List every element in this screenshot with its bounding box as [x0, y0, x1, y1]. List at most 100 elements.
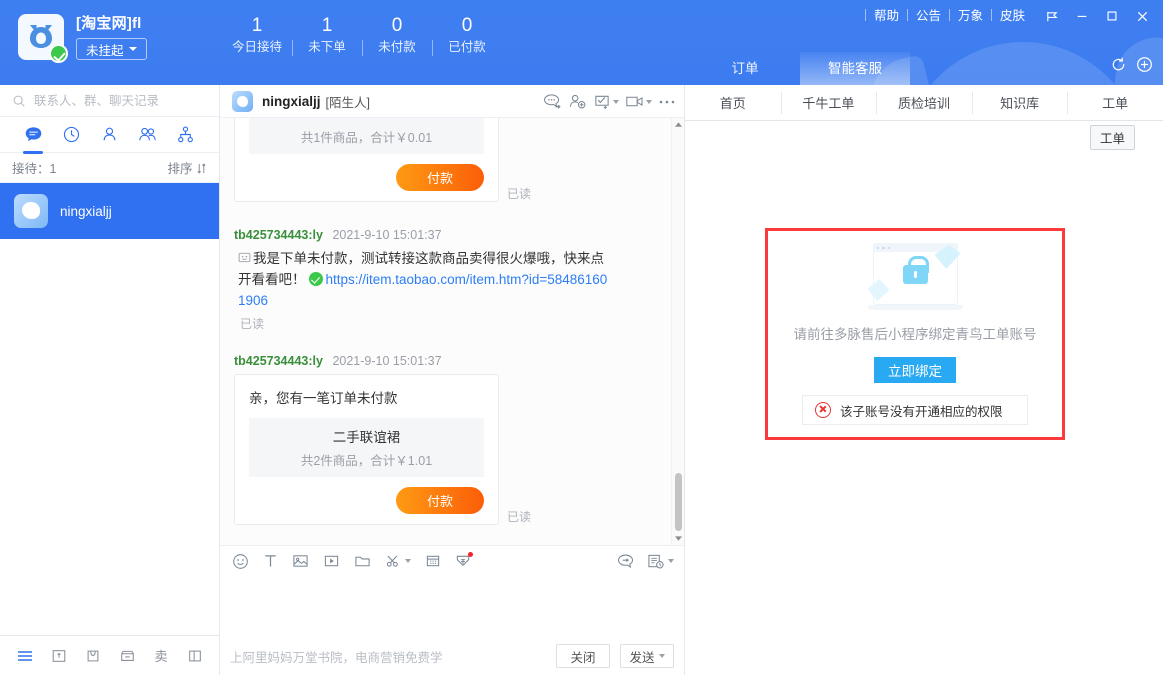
tab-home[interactable]: 首页	[685, 85, 781, 120]
shop-icon[interactable]	[112, 641, 142, 671]
chevron-down-icon	[613, 99, 619, 104]
message-meta: tb425734443:ly 2021-9-10 15:01:37	[234, 228, 670, 242]
quick-phrase-icon[interactable]	[617, 553, 635, 570]
stat-not-ordered[interactable]: 1 未下单	[292, 14, 362, 56]
tab-work-order[interactable]: 工单	[1067, 85, 1163, 120]
text-format-icon[interactable]	[263, 553, 278, 569]
message-item: tb425734443:ly 2021-9-10 15:01:37 亲，您有一笔…	[234, 354, 670, 525]
composer-footer: 上阿里妈妈万堂书院，电商营销免费学 关闭 发送	[220, 638, 684, 674]
coupon-icon[interactable]	[455, 551, 473, 570]
scroll-up-icon[interactable]	[672, 118, 685, 131]
folder-icon[interactable]	[354, 553, 371, 569]
pay-button[interactable]: 付款	[396, 487, 484, 514]
emoji-icon[interactable]	[232, 553, 249, 570]
bind-message: 请前往多脉售后小程序绑定青鸟工单账号	[793, 327, 1037, 342]
add-icon[interactable]	[1136, 56, 1153, 78]
bag-icon[interactable]	[78, 641, 108, 671]
composer-toolbar	[220, 546, 684, 576]
message-time: 2021-9-10 15:01:37	[332, 228, 442, 242]
chevron-down-icon	[128, 47, 137, 51]
tab-qianniu-ticket[interactable]: 千牛工单	[780, 85, 877, 120]
read-status: 已读	[240, 317, 265, 331]
group-icon[interactable]	[135, 122, 161, 148]
reception-count: 接待：1	[12, 162, 57, 176]
verified-link-icon	[308, 272, 323, 286]
chevron-down-icon	[668, 559, 674, 563]
permission-error: 该子账号没有开通相应的权限	[802, 395, 1028, 425]
scroll-down-icon[interactable]	[672, 532, 685, 545]
close-button[interactable]: 关闭	[556, 644, 610, 668]
message-scrollbar[interactable]	[671, 118, 684, 545]
todo-icon[interactable]	[593, 93, 619, 110]
search-bar[interactable]	[0, 85, 219, 117]
pin-icon[interactable]	[1037, 4, 1067, 28]
recent-icon[interactable]	[58, 122, 84, 148]
minimize-icon[interactable]	[1067, 4, 1097, 28]
more-icon[interactable]	[658, 98, 676, 106]
scissors-icon[interactable]	[385, 553, 411, 569]
message-item: tb425734443:ly 2021-9-10 15:01:37 我是下单未付…	[234, 228, 670, 332]
wanxiang-link[interactable]: 万象	[950, 5, 991, 24]
list-item[interactable]: ningxialjj	[0, 183, 219, 239]
chat-contact-name: ningxialjj	[262, 93, 321, 109]
stat-today-reception[interactable]: 1 今日接待	[222, 14, 292, 56]
goods-name: 二手联谊裙	[332, 430, 401, 445]
layout-icon[interactable]	[180, 641, 210, 671]
add-friend-icon[interactable]	[568, 93, 587, 110]
sort-button[interactable]: 排序	[168, 158, 208, 177]
order-card: 亲，您有一笔订单未付款 二手联谊裙 共2件商品，合计￥1.01 付款	[234, 374, 499, 525]
sell-icon[interactable]: 卖	[146, 641, 176, 671]
quick-reply-icon[interactable]	[543, 93, 562, 110]
chat-pane: ningxialjj [陌生人] 共1件商品，合计￥0.01 付款 已读 tb4…	[220, 85, 685, 675]
history-icon[interactable]	[647, 553, 674, 570]
pay-button[interactable]: 付款	[396, 164, 484, 191]
chat-icon[interactable]	[20, 122, 46, 154]
verified-badge-icon	[49, 44, 68, 63]
video-clip-icon[interactable]	[323, 553, 340, 569]
composer-right-icons	[617, 553, 674, 570]
contact-icon[interactable]	[96, 122, 122, 148]
bind-now-button[interactable]: 立即绑定	[874, 357, 956, 383]
stat-unpaid[interactable]: 0 未付款	[362, 14, 432, 56]
stat-paid[interactable]: 0 已付款	[432, 14, 502, 56]
message-item: 共1件商品，合计￥0.01 付款 已读	[234, 118, 670, 202]
work-order-pill[interactable]: 工单	[1089, 125, 1135, 150]
main-tabs: 订单 智能客服	[690, 52, 910, 85]
image-icon[interactable]	[292, 553, 309, 569]
tab-knowledge-base[interactable]: 知识库	[971, 85, 1068, 120]
top-header: [淘宝网]fl 未挂起 1 今日接待 1 未下单 0 未付款 0 已付款 帮助 …	[0, 0, 1163, 85]
message-time: 2021-9-10 15:01:37	[332, 354, 442, 368]
search-input[interactable]	[34, 93, 194, 108]
tab-smart-service[interactable]: 智能客服	[800, 52, 910, 85]
tab-orders[interactable]: 订单	[690, 52, 800, 85]
maximize-icon[interactable]	[1097, 4, 1127, 28]
close-icon[interactable]	[1127, 4, 1157, 28]
order-card: 共1件商品，合计￥0.01 付款	[234, 118, 499, 202]
chevron-down-icon	[658, 654, 665, 658]
menu-icon[interactable]	[10, 641, 40, 671]
right-panel-tabs: 首页 千牛工单 质检培训 知识库 工单	[685, 85, 1163, 121]
tab-quality-training[interactable]: 质检培训	[876, 85, 972, 120]
note-icon[interactable]	[44, 641, 74, 671]
window-controls	[1037, 4, 1157, 28]
stat-value: 1	[321, 15, 333, 36]
org-icon[interactable]	[173, 122, 199, 148]
stats-group: 1 今日接待 1 未下单 0 未付款 0 已付款	[222, 14, 502, 56]
shop-avatar[interactable]	[18, 14, 68, 63]
status-dropdown[interactable]: 未挂起	[76, 38, 147, 60]
refresh-icon[interactable]	[1110, 56, 1127, 78]
sort-icon	[197, 163, 206, 174]
right-panel-subbar: 工单	[685, 121, 1163, 151]
skin-link[interactable]: 皮肤	[992, 5, 1033, 24]
message-input[interactable]	[220, 576, 684, 638]
help-link[interactable]: 帮助	[866, 5, 907, 24]
announcement-link[interactable]: 公告	[908, 5, 949, 24]
video-icon[interactable]	[625, 94, 652, 109]
sender-id: tb425734443:ly	[234, 354, 323, 368]
send-button[interactable]: 发送	[620, 644, 674, 668]
scrollbar-thumb[interactable]	[675, 473, 682, 531]
calendar-icon[interactable]	[425, 553, 441, 569]
close-button-label: 关闭	[570, 650, 596, 665]
stat-label: 未付款	[378, 40, 416, 54]
app-window: [淘宝网]fl 未挂起 1 今日接待 1 未下单 0 未付款 0 已付款 帮助 …	[0, 0, 1163, 675]
